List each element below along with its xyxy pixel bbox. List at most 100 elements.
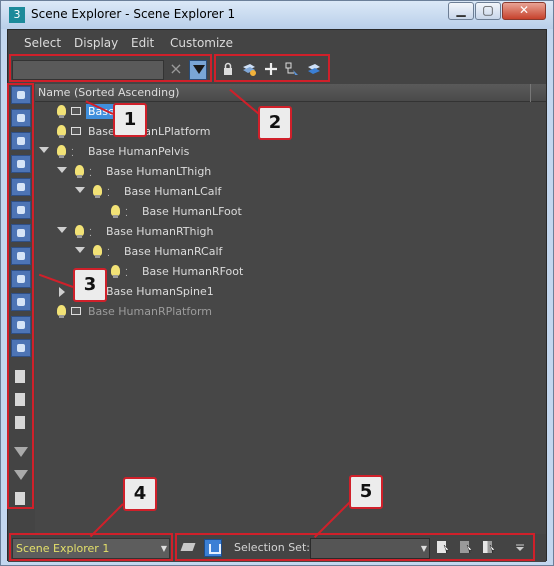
object-icon [71, 307, 81, 315]
display-geometry-icon[interactable] [11, 109, 31, 127]
select-invert-icon[interactable] [481, 539, 497, 555]
light-bulb-icon[interactable] [57, 305, 66, 318]
collapse-arrow-icon[interactable] [59, 287, 65, 297]
window-title: Scene Explorer - Scene Explorer 1 [31, 7, 236, 21]
title-bar[interactable]: 3 Scene Explorer - Scene Explorer 1 ▁ ▢ … [1, 1, 553, 29]
callout-number-5: 5 [349, 475, 383, 509]
link-icon[interactable] [284, 61, 300, 77]
tree-row[interactable]: Base HumanRPlatform [35, 302, 546, 322]
bone-icon: .. [125, 203, 128, 219]
menu-edit[interactable]: Edit [131, 36, 154, 50]
select-layer-icon[interactable] [306, 61, 322, 77]
light-bulb-icon[interactable] [57, 145, 66, 158]
close-button[interactable]: ✕ [502, 2, 546, 20]
menu-select[interactable]: Select [24, 36, 61, 50]
explorer-name-dropdown[interactable]: Scene Explorer 1 ▼ [12, 538, 170, 559]
tree-row[interactable]: .. Base HumanRCalf [35, 242, 546, 262]
tree-row-label: Base HumanLThigh [106, 165, 212, 178]
select-all-icon[interactable] [435, 539, 451, 555]
bone-icon: .. [125, 263, 128, 279]
filter-settings-icon[interactable] [11, 467, 31, 485]
display-invert-page-icon[interactable] [11, 414, 31, 432]
chevron-down-icon[interactable]: ▼ [161, 539, 167, 558]
expand-arrow-icon[interactable] [75, 187, 85, 193]
bone-icon: .. [71, 143, 74, 159]
tree-row[interactable]: .. Base HumanSpine1 [35, 282, 546, 302]
minimize-button[interactable]: ▁ [448, 2, 474, 20]
select-none-icon[interactable] [458, 539, 474, 555]
bone-icon: .. [89, 163, 92, 179]
expand-arrow-icon[interactable] [75, 247, 85, 253]
display-containers-icon[interactable] [11, 316, 31, 334]
tree-row-label: Base HumanLFoot [142, 205, 242, 218]
menu-customize[interactable]: Customize [170, 36, 233, 50]
options-menu-icon[interactable] [512, 539, 528, 555]
tree-column-header[interactable]: Name (Sorted Ascending) [35, 84, 546, 102]
display-cameras-icon[interactable] [11, 178, 31, 196]
search-toolbar: × [8, 56, 546, 84]
display-groups-icon[interactable] [11, 247, 31, 265]
plus-icon[interactable] [263, 61, 279, 77]
app-icon: 3 [9, 7, 25, 23]
add-layer-icon[interactable] [241, 61, 257, 77]
bone-icon: .. [107, 243, 110, 259]
expand-arrow-icon[interactable] [39, 147, 49, 153]
light-bulb-icon[interactable] [93, 245, 102, 258]
scene-tree: Name (Sorted Ascending) Base Base HumanL… [35, 84, 546, 534]
callout-number-3: 3 [73, 268, 107, 302]
tree-row-label: Base HumanRThigh [106, 225, 214, 238]
tree-row-label: Base HumanRPlatform [88, 305, 212, 318]
display-lights-icon[interactable] [11, 155, 31, 173]
clear-search-icon[interactable]: × [168, 59, 184, 79]
menu-bar: Select Display Edit Customize [8, 30, 546, 56]
light-bulb-icon[interactable] [75, 165, 84, 178]
display-all-icon[interactable] [11, 86, 31, 104]
display-none-page-icon[interactable] [11, 391, 31, 409]
chevron-down-icon[interactable]: ▼ [421, 544, 427, 553]
sort-by-layer-icon[interactable] [180, 539, 198, 557]
display-bones-icon[interactable] [11, 270, 31, 288]
expand-arrow-icon[interactable] [57, 167, 67, 173]
lock-icon[interactable] [220, 61, 236, 77]
display-spacewarps-icon[interactable] [11, 224, 31, 242]
collapse-icon[interactable] [11, 490, 31, 508]
menu-display[interactable]: Display [74, 36, 118, 50]
light-bulb-icon[interactable] [75, 225, 84, 238]
filter-toggle-icon[interactable] [189, 60, 207, 80]
bottom-toolbar: Scene Explorer 1 ▼ Selection Set: ▼ [8, 534, 546, 562]
light-bulb-icon[interactable] [57, 125, 66, 138]
filter-icon[interactable] [11, 444, 31, 462]
tree-row[interactable]: .. Base HumanLFoot [35, 202, 546, 222]
display-helpers-icon[interactable] [11, 201, 31, 219]
display-frozen-icon[interactable] [11, 339, 31, 357]
light-bulb-icon[interactable] [111, 205, 120, 218]
display-all-page-icon[interactable] [11, 368, 31, 386]
object-icon [71, 127, 81, 135]
callout-number-2: 2 [258, 106, 292, 140]
display-xrefs-icon[interactable] [11, 293, 31, 311]
tree-row[interactable]: .. Base HumanRThigh [35, 222, 546, 242]
callout-number-1: 1 [113, 103, 147, 137]
light-bulb-icon[interactable] [57, 105, 66, 118]
tree-row-label: Base HumanRFoot [142, 265, 244, 278]
column-separator[interactable] [530, 84, 531, 102]
tree-row[interactable]: .. Base HumanPelvis [35, 142, 546, 162]
bone-icon: .. [107, 183, 110, 199]
light-bulb-icon[interactable] [111, 265, 120, 278]
tree-row[interactable]: .. Base HumanLCalf [35, 182, 546, 202]
search-input[interactable] [12, 60, 164, 80]
display-shapes-icon[interactable] [11, 132, 31, 150]
bone-icon: .. [89, 223, 92, 239]
scene-explorer-window: 3 Scene Explorer - Scene Explorer 1 ▁ ▢ … [0, 0, 554, 566]
selection-set-dropdown[interactable]: ▼ [310, 538, 430, 559]
object-icon [71, 107, 81, 115]
tree-row-label: Base HumanSpine1 [106, 285, 214, 298]
light-bulb-icon[interactable] [93, 185, 102, 198]
expand-arrow-icon[interactable] [57, 227, 67, 233]
tree-row[interactable]: .. Base HumanLThigh [35, 162, 546, 182]
maximize-button[interactable]: ▢ [475, 2, 501, 20]
tree-row-label: Base HumanLPlatform [88, 125, 211, 138]
name-column-label: Name (Sorted Ascending) [38, 86, 180, 99]
sort-by-hierarchy-icon[interactable] [204, 539, 222, 557]
tree-row[interactable]: .. Base HumanRFoot [35, 262, 546, 282]
